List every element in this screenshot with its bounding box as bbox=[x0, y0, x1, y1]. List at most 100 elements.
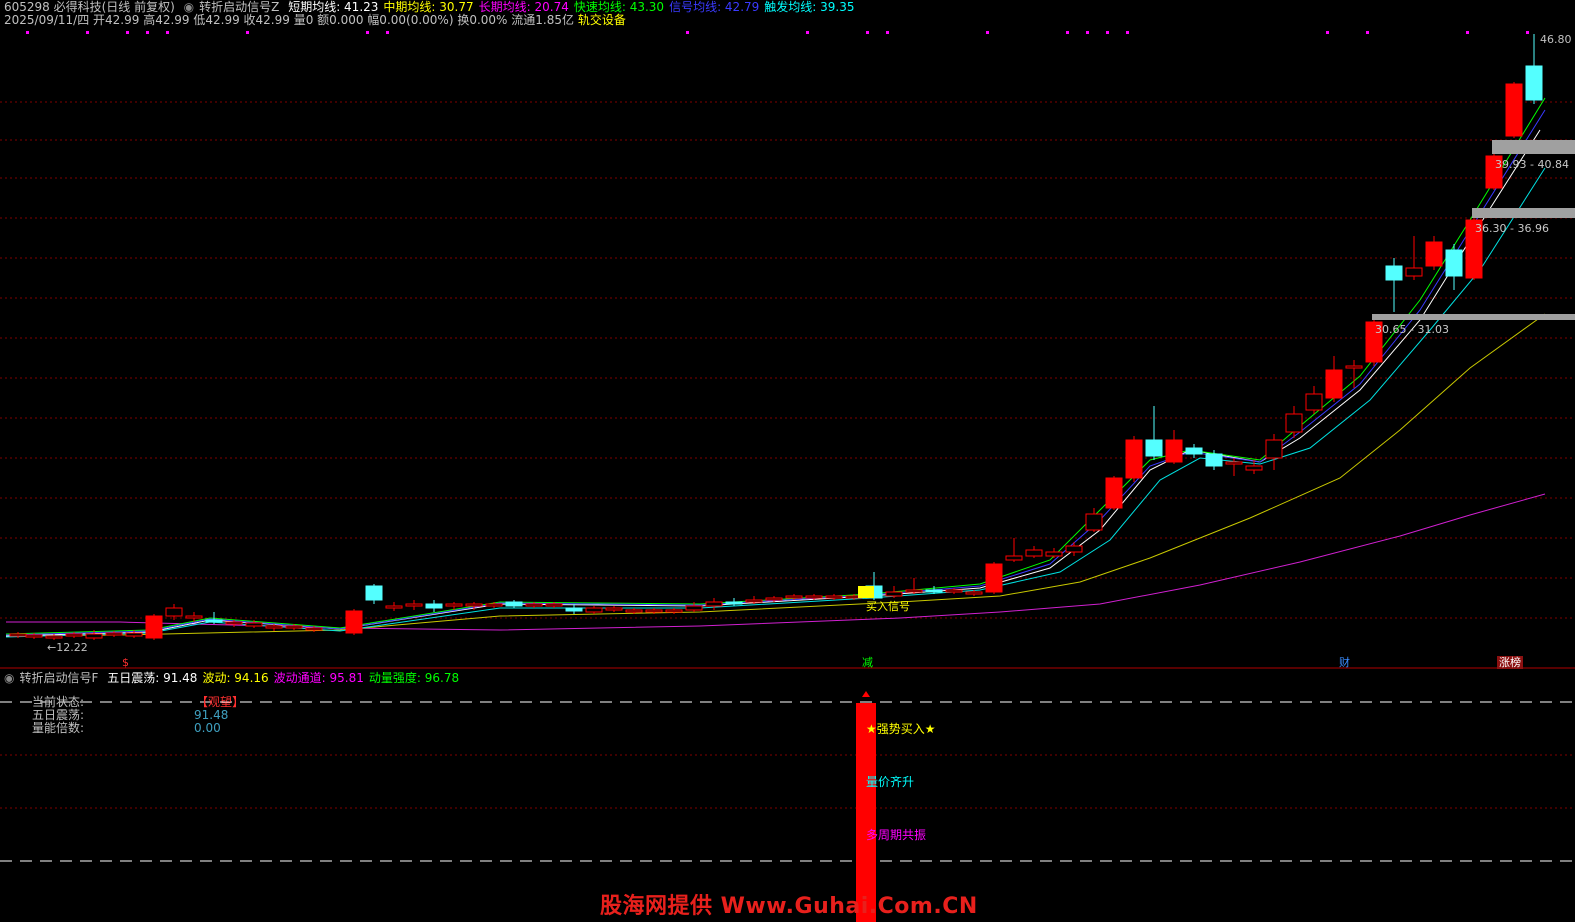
candle-body bbox=[1205, 453, 1223, 467]
marker-dot bbox=[1086, 31, 1089, 34]
candle-body bbox=[1125, 439, 1143, 479]
marker-dot bbox=[246, 31, 249, 34]
candle-body bbox=[805, 595, 823, 599]
sub-legend-item: 波动: 94.16 bbox=[202, 671, 269, 685]
candle-body bbox=[525, 603, 543, 607]
candle-body bbox=[25, 634, 43, 638]
candle-body bbox=[385, 605, 403, 609]
candle-body bbox=[165, 607, 183, 617]
candle-body bbox=[1145, 439, 1163, 457]
top-markers bbox=[26, 31, 1529, 34]
sub-legend-item: 动量强度: 96.78 bbox=[368, 671, 460, 685]
candle-body bbox=[1525, 65, 1543, 101]
sub-legend-item: 五日震荡: 91.48 bbox=[107, 671, 198, 685]
zone-bar bbox=[1492, 140, 1575, 154]
watermark: 股海网提供 Www.Guhai.Com.CN bbox=[600, 894, 978, 919]
marker-dot bbox=[1066, 31, 1069, 34]
buy-signal-label: 买入信号 bbox=[866, 600, 910, 613]
candles bbox=[9, 34, 1543, 640]
candle-body bbox=[925, 589, 943, 593]
marker-dot bbox=[1466, 31, 1469, 34]
candle-body bbox=[345, 610, 363, 634]
marker-dot bbox=[386, 31, 389, 34]
marker-dot bbox=[986, 31, 989, 34]
candle-body bbox=[365, 585, 383, 601]
zone-label-1: 39.93 - 40.84 bbox=[1495, 158, 1569, 171]
marker-dot bbox=[146, 31, 149, 34]
up-arrow-icon bbox=[862, 691, 870, 697]
moving-average-lines bbox=[5, 97, 1546, 638]
candle-body bbox=[585, 607, 603, 613]
volume-ratio-label: 量能倍数: bbox=[32, 721, 85, 735]
candle-body bbox=[625, 609, 643, 613]
ma-legend-item: 短期均线: 41.23 bbox=[288, 0, 379, 14]
candlestick-chart[interactable] bbox=[0, 0, 1575, 922]
candle-body bbox=[985, 563, 1003, 593]
candle-body bbox=[1085, 513, 1103, 531]
candle-body bbox=[9, 633, 27, 637]
low-price-label: ←12.22 bbox=[47, 641, 88, 654]
zone-label-2: 36.30 - 36.96 bbox=[1475, 222, 1549, 235]
volume-price-text: 量价齐升 bbox=[866, 775, 915, 789]
marker-dot bbox=[86, 31, 89, 34]
candle-body bbox=[545, 603, 563, 607]
candle-body bbox=[185, 615, 203, 619]
indicator-name[interactable]: 转折启动信号Z bbox=[199, 0, 279, 14]
tag-dollar[interactable]: $ bbox=[120, 656, 131, 669]
low-price-value: 12.22 bbox=[56, 641, 88, 654]
candle-body bbox=[785, 595, 803, 599]
candle-body bbox=[1405, 267, 1423, 277]
candle-body bbox=[85, 633, 103, 639]
sub-legend-item: 波动通道: 95.81 bbox=[273, 671, 364, 685]
candle-body bbox=[1305, 393, 1323, 411]
candle-body bbox=[45, 635, 63, 639]
ma-long-line bbox=[6, 493, 1546, 631]
candle-body bbox=[905, 589, 923, 593]
candle-body bbox=[225, 621, 243, 625]
marker-dot bbox=[1526, 31, 1529, 34]
marker-dot bbox=[1366, 31, 1369, 34]
candle-body bbox=[765, 597, 783, 601]
marker-dot bbox=[886, 31, 889, 34]
zone-bar bbox=[1372, 314, 1575, 320]
ma-legend-item: 长期均线: 20.74 bbox=[478, 0, 569, 14]
tag-top-gainers[interactable]: 涨榜 bbox=[1497, 656, 1523, 669]
candle-body bbox=[505, 601, 523, 607]
candle-body bbox=[145, 615, 163, 639]
ma-short-line bbox=[5, 129, 1541, 637]
multi-period-text: 多周期共振 bbox=[866, 828, 927, 842]
candle-body bbox=[665, 609, 683, 613]
candle-body bbox=[1165, 439, 1183, 463]
candle-body bbox=[825, 595, 843, 599]
candle-body bbox=[1185, 447, 1203, 455]
candle-body bbox=[425, 603, 443, 609]
candle-body bbox=[885, 591, 903, 597]
candle-body bbox=[1445, 249, 1463, 277]
candle-body bbox=[1505, 83, 1523, 137]
candle-body bbox=[645, 609, 663, 613]
candle-body bbox=[125, 632, 143, 637]
candle-body bbox=[1325, 369, 1343, 399]
settings-icon[interactable]: ◉ bbox=[4, 671, 14, 685]
candle-body bbox=[65, 633, 83, 637]
bar-info: 2025/09/11/四 开42.99 高42.99 低42.99 收42.99… bbox=[4, 13, 574, 27]
candle-body bbox=[285, 625, 303, 629]
marker-dot bbox=[126, 31, 129, 34]
candle-body bbox=[725, 601, 743, 605]
zone-label-3: 30.65 - 31.03 bbox=[1375, 323, 1449, 336]
sub-indicator-name[interactable]: 转折启动信号F bbox=[19, 671, 98, 685]
candle-body bbox=[245, 622, 263, 627]
ma-mid-line bbox=[5, 313, 1546, 637]
settings-icon[interactable]: ◉ bbox=[184, 0, 194, 14]
stock-title[interactable]: 605298 必得科技(日线 前复权) bbox=[4, 0, 175, 14]
zone-bar bbox=[1472, 208, 1575, 218]
tag-reduce[interactable]: 减 bbox=[860, 656, 875, 669]
ma-legend-item: 快速均线: 43.30 bbox=[573, 0, 665, 14]
candle-body bbox=[965, 591, 983, 595]
candle-body bbox=[105, 632, 123, 636]
marker-dot bbox=[1126, 31, 1129, 34]
strong-buy-text: ★强势买入★ bbox=[866, 722, 936, 736]
high-price-label: 46.80 bbox=[1540, 33, 1572, 46]
marker-dot bbox=[366, 31, 369, 34]
tag-finance[interactable]: 财 bbox=[1337, 656, 1352, 669]
